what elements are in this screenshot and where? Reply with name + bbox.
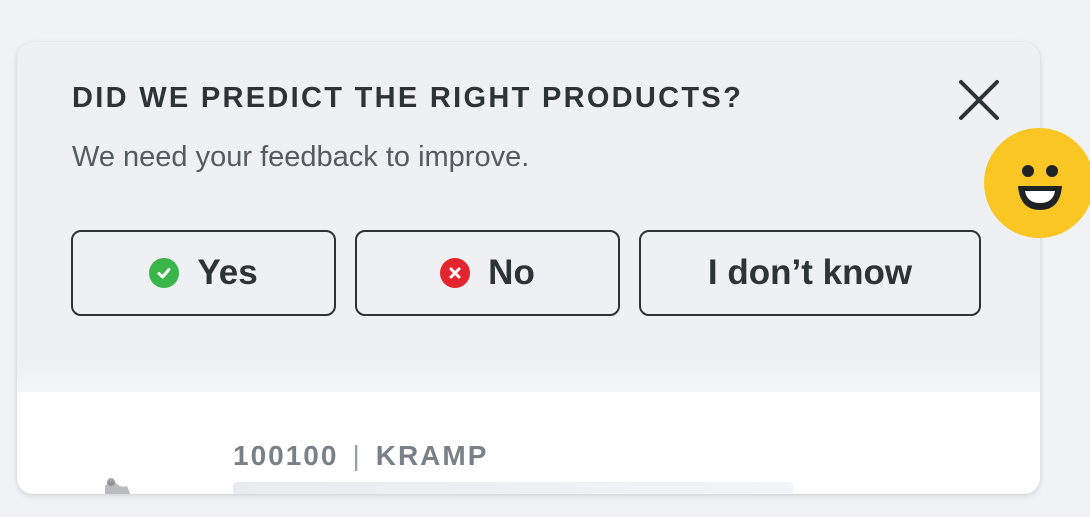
product-name-placeholder [233, 482, 793, 494]
product-sku: 100100 [233, 440, 339, 471]
feedback-subtitle: We need your feedback to improve. [72, 141, 530, 173]
product-sku-line: 100100 | KRAMP [233, 440, 488, 472]
sku-separator: | [352, 440, 362, 471]
feedback-panel: DID WE PREDICT THE RIGHT PRODUCTS? We ne… [17, 42, 1040, 392]
smiley-face-icon[interactable] [984, 128, 1090, 238]
product-list [17, 392, 1040, 494]
close-button[interactable] [951, 72, 1007, 128]
no-label: No [488, 253, 535, 292]
no-button[interactable]: No [355, 230, 620, 316]
feedback-card: DID WE PREDICT THE RIGHT PRODUCTS? We ne… [17, 42, 1040, 494]
feedback-title: DID WE PREDICT THE RIGHT PRODUCTS? [72, 82, 744, 114]
x-circle-icon [440, 258, 471, 288]
dont-know-label: I don’t know [707, 253, 913, 292]
product-thumbnail [87, 472, 147, 494]
dont-know-button[interactable]: I don’t know [639, 230, 981, 316]
close-icon [959, 80, 999, 120]
product-brand: KRAMP [375, 440, 489, 471]
yes-label: Yes [197, 253, 258, 292]
yes-button[interactable]: Yes [71, 230, 336, 316]
check-circle-icon [149, 258, 180, 288]
